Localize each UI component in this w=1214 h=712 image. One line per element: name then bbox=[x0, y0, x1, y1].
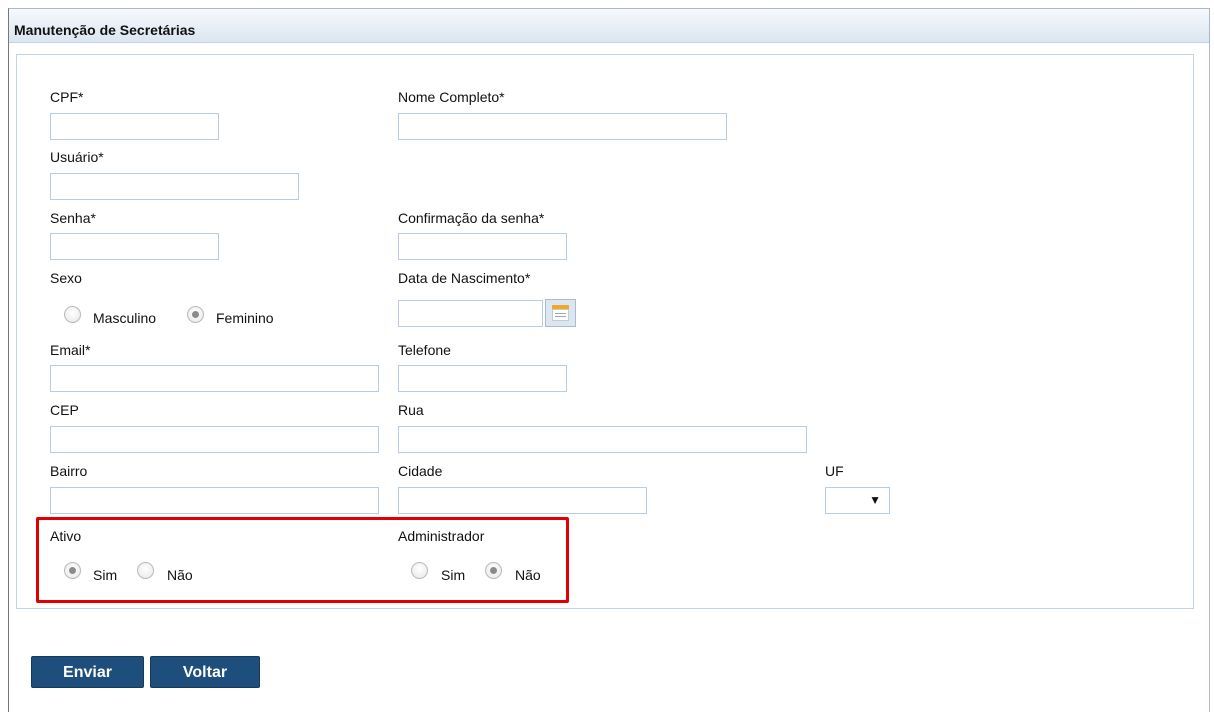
panel-header: Manutenção de Secretárias bbox=[9, 9, 1209, 43]
sexo-label: Sexo bbox=[50, 270, 82, 286]
cidade-field[interactable] bbox=[398, 487, 647, 514]
senha-label: Senha* bbox=[50, 210, 96, 226]
confirmacao-field[interactable] bbox=[398, 233, 567, 260]
sexo-masculino-label: Masculino bbox=[93, 310, 157, 326]
sexo-feminino-radio[interactable] bbox=[187, 306, 204, 323]
bairro-label: Bairro bbox=[50, 463, 88, 479]
sexo-feminino-label: Feminino bbox=[216, 310, 274, 326]
panel-title: Manutenção de Secretárias bbox=[14, 22, 196, 38]
bairro-field[interactable] bbox=[50, 487, 379, 514]
highlight-box bbox=[36, 517, 569, 603]
nome-label: Nome Completo* bbox=[398, 89, 505, 105]
senha-field[interactable] bbox=[50, 233, 219, 260]
cpf-field[interactable] bbox=[50, 113, 219, 140]
email-label: Email* bbox=[50, 342, 91, 358]
uf-label: UF bbox=[825, 463, 844, 479]
enviar-button[interactable]: Enviar bbox=[31, 656, 144, 688]
nascimento-field[interactable] bbox=[398, 300, 543, 327]
nascimento-label: Data de Nascimento* bbox=[398, 270, 531, 286]
usuario-label: Usuário* bbox=[50, 149, 104, 165]
uf-select[interactable]: ▼ bbox=[825, 487, 890, 514]
calendar-icon[interactable] bbox=[545, 299, 576, 327]
cep-field[interactable] bbox=[50, 426, 379, 453]
nome-field[interactable] bbox=[398, 113, 727, 140]
email-field[interactable] bbox=[50, 365, 379, 392]
chevron-down-icon: ▼ bbox=[869, 493, 881, 507]
sexo-masculino-radio[interactable] bbox=[64, 306, 81, 323]
rua-label: Rua bbox=[398, 402, 424, 418]
usuario-field[interactable] bbox=[50, 173, 299, 200]
telefone-field[interactable] bbox=[398, 365, 567, 392]
telefone-label: Telefone bbox=[398, 342, 451, 358]
rua-field[interactable] bbox=[398, 426, 807, 453]
cpf-label: CPF* bbox=[50, 89, 84, 105]
cep-label: CEP bbox=[50, 402, 79, 418]
cidade-label: Cidade bbox=[398, 463, 443, 479]
voltar-button[interactable]: Voltar bbox=[150, 656, 260, 688]
confirmacao-label: Confirmação da senha* bbox=[398, 210, 545, 226]
